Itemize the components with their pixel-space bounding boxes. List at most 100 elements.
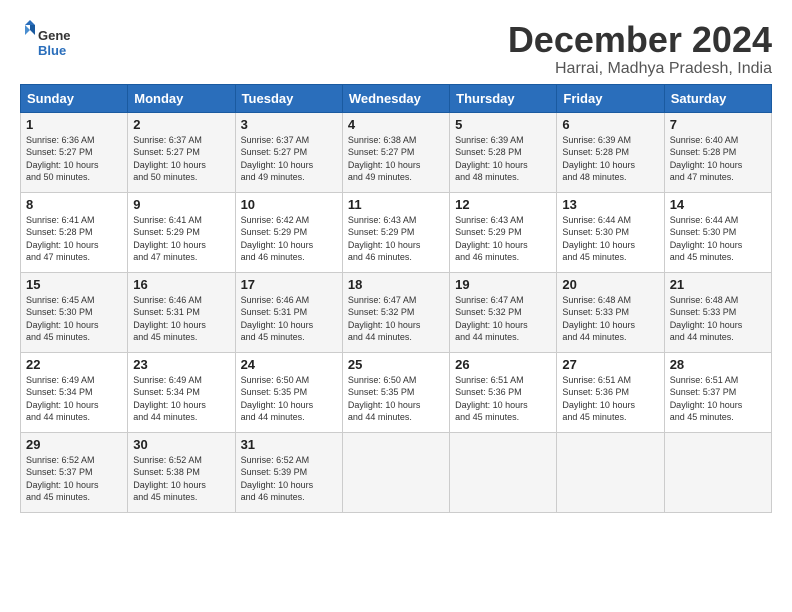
day-number: 23: [133, 357, 229, 372]
table-row: 10 Sunrise: 6:42 AMSunset: 5:29 PMDayligh…: [235, 192, 342, 272]
table-row: 3 Sunrise: 6:37 AMSunset: 5:27 PMDaylight…: [235, 112, 342, 192]
header: General Blue December 2024 Harrai, Madhy…: [20, 20, 772, 78]
table-row: 11 Sunrise: 6:43 AMSunset: 5:29 PMDayligh…: [342, 192, 449, 272]
day-info: Sunrise: 6:43 AMSunset: 5:29 PMDaylight:…: [348, 214, 444, 264]
calendar-table: Sunday Monday Tuesday Wednesday Thursday…: [20, 84, 772, 513]
header-wednesday: Wednesday: [342, 84, 449, 112]
day-number: 31: [241, 437, 337, 452]
location-title: Harrai, Madhya Pradesh, India: [508, 60, 772, 78]
svg-text:Blue: Blue: [38, 43, 66, 58]
day-info: Sunrise: 6:44 AMSunset: 5:30 PMDaylight:…: [562, 214, 658, 264]
day-number: 14: [670, 197, 766, 212]
header-thursday: Thursday: [450, 84, 557, 112]
day-number: 25: [348, 357, 444, 372]
day-number: 28: [670, 357, 766, 372]
day-number: 7: [670, 117, 766, 132]
day-info: Sunrise: 6:43 AMSunset: 5:29 PMDaylight:…: [455, 214, 551, 264]
table-row: 14Sunrise: 6:44 AMSunset: 5:30 PMDayligh…: [664, 192, 771, 272]
day-info: Sunrise: 6:37 AMSunset: 5:27 PMDaylight:…: [241, 134, 337, 184]
day-info: Sunrise: 6:40 AMSunset: 5:28 PMDaylight:…: [670, 134, 766, 184]
day-info: Sunrise: 6:39 AMSunset: 5:28 PMDaylight:…: [455, 134, 551, 184]
table-row: 1 Sunrise: 6:36 AMSunset: 5:27 PMDaylight…: [21, 112, 128, 192]
header-tuesday: Tuesday: [235, 84, 342, 112]
table-row: 19Sunrise: 6:47 AMSunset: 5:32 PMDayligh…: [450, 272, 557, 352]
header-monday: Monday: [128, 84, 235, 112]
table-row: [557, 432, 664, 512]
day-info: Sunrise: 6:48 AMSunset: 5:33 PMDaylight:…: [562, 294, 658, 344]
month-title: December 2024: [508, 20, 772, 60]
table-row: 20 Sunrise: 6:48 AMSunset: 5:33 PMDayligh…: [557, 272, 664, 352]
day-number: 5: [455, 117, 551, 132]
logo: General Blue: [20, 20, 70, 65]
day-info: Sunrise: 6:50 AMSunset: 5:35 PMDaylight:…: [348, 374, 444, 424]
day-number: 15: [26, 277, 122, 292]
day-info: Sunrise: 6:37 AMSunset: 5:27 PMDaylight:…: [133, 134, 229, 184]
day-number: 18: [348, 277, 444, 292]
day-info: Sunrise: 6:41 AMSunset: 5:28 PMDaylight:…: [26, 214, 122, 264]
table-row: 26 Sunrise: 6:51 AMSunset: 5:36 PMDayligh…: [450, 352, 557, 432]
calendar-week-row: 8Sunrise: 6:41 AMSunset: 5:28 PMDaylight…: [21, 192, 772, 272]
day-info: Sunrise: 6:52 AMSunset: 5:39 PMDaylight:…: [241, 454, 337, 504]
day-number: 1: [26, 117, 122, 132]
day-number: 27: [562, 357, 658, 372]
table-row: 9Sunrise: 6:41 AMSunset: 5:29 PMDaylight…: [128, 192, 235, 272]
day-info: Sunrise: 6:50 AMSunset: 5:35 PMDaylight:…: [241, 374, 337, 424]
calendar-week-row: 15 Sunrise: 6:45 AMSunset: 5:30 PMDayligh…: [21, 272, 772, 352]
table-row: [450, 432, 557, 512]
day-info: Sunrise: 6:52 AMSunset: 5:38 PMDaylight:…: [133, 454, 229, 504]
table-row: 16 Sunrise: 6:46 AMSunset: 5:31 PMDayligh…: [128, 272, 235, 352]
day-info: Sunrise: 6:42 AMSunset: 5:29 PMDaylight:…: [241, 214, 337, 264]
table-row: 29 Sunrise: 6:52 AMSunset: 5:37 PMDayligh…: [21, 432, 128, 512]
day-info: Sunrise: 6:45 AMSunset: 5:30 PMDaylight:…: [26, 294, 122, 344]
title-block: December 2024 Harrai, Madhya Pradesh, In…: [508, 20, 772, 78]
day-number: 26: [455, 357, 551, 372]
day-number: 19: [455, 277, 551, 292]
table-row: [664, 432, 771, 512]
day-number: 6: [562, 117, 658, 132]
day-info: Sunrise: 6:46 AMSunset: 5:31 PMDaylight:…: [133, 294, 229, 344]
day-number: 12: [455, 197, 551, 212]
logo-svg: General Blue: [20, 20, 70, 65]
day-info: Sunrise: 6:51 AMSunset: 5:36 PMDaylight:…: [562, 374, 658, 424]
day-number: 11: [348, 197, 444, 212]
day-number: 2: [133, 117, 229, 132]
header-saturday: Saturday: [664, 84, 771, 112]
table-row: 12 Sunrise: 6:43 AMSunset: 5:29 PMDayligh…: [450, 192, 557, 272]
day-info: Sunrise: 6:46 AMSunset: 5:31 PMDaylight:…: [241, 294, 337, 344]
day-info: Sunrise: 6:49 AMSunset: 5:34 PMDaylight:…: [133, 374, 229, 424]
svg-text:General: General: [38, 28, 70, 43]
day-info: Sunrise: 6:36 AMSunset: 5:27 PMDaylight:…: [26, 134, 122, 184]
day-number: 21: [670, 277, 766, 292]
day-info: Sunrise: 6:47 AMSunset: 5:32 PMDaylight:…: [348, 294, 444, 344]
day-number: 29: [26, 437, 122, 452]
table-row: 18 Sunrise: 6:47 AMSunset: 5:32 PMDayligh…: [342, 272, 449, 352]
table-row: 24Sunrise: 6:50 AMSunset: 5:35 PMDayligh…: [235, 352, 342, 432]
table-row: 8Sunrise: 6:41 AMSunset: 5:28 PMDaylight…: [21, 192, 128, 272]
day-info: Sunrise: 6:52 AMSunset: 5:37 PMDaylight:…: [26, 454, 122, 504]
table-row: 5 Sunrise: 6:39 AMSunset: 5:28 PMDaylight…: [450, 112, 557, 192]
day-number: 13: [562, 197, 658, 212]
day-number: 22: [26, 357, 122, 372]
table-row: 6 Sunrise: 6:39 AMSunset: 5:28 PMDaylight…: [557, 112, 664, 192]
day-number: 20: [562, 277, 658, 292]
day-info: Sunrise: 6:51 AMSunset: 5:37 PMDaylight:…: [670, 374, 766, 424]
table-row: 4Sunrise: 6:38 AMSunset: 5:27 PMDaylight…: [342, 112, 449, 192]
table-row: 13 Sunrise: 6:44 AMSunset: 5:30 PMDayligh…: [557, 192, 664, 272]
table-row: 23 Sunrise: 6:49 AMSunset: 5:34 PMDayligh…: [128, 352, 235, 432]
day-number: 3: [241, 117, 337, 132]
day-number: 16: [133, 277, 229, 292]
table-row: 30Sunrise: 6:52 AMSunset: 5:38 PMDayligh…: [128, 432, 235, 512]
table-row: 21 Sunrise: 6:48 AMSunset: 5:33 PMDayligh…: [664, 272, 771, 352]
day-number: 10: [241, 197, 337, 212]
day-number: 9: [133, 197, 229, 212]
day-info: Sunrise: 6:51 AMSunset: 5:36 PMDaylight:…: [455, 374, 551, 424]
table-row: 2 Sunrise: 6:37 AMSunset: 5:27 PMDaylight…: [128, 112, 235, 192]
table-row: 17Sunrise: 6:46 AMSunset: 5:31 PMDayligh…: [235, 272, 342, 352]
day-info: Sunrise: 6:39 AMSunset: 5:28 PMDaylight:…: [562, 134, 658, 184]
table-row: 31 Sunrise: 6:52 AMSunset: 5:39 PMDayligh…: [235, 432, 342, 512]
day-info: Sunrise: 6:48 AMSunset: 5:33 PMDaylight:…: [670, 294, 766, 344]
calendar-week-row: 22 Sunrise: 6:49 AMSunset: 5:34 PMDayligh…: [21, 352, 772, 432]
calendar-week-row: 29 Sunrise: 6:52 AMSunset: 5:37 PMDayligh…: [21, 432, 772, 512]
table-row: [342, 432, 449, 512]
day-number: 4: [348, 117, 444, 132]
